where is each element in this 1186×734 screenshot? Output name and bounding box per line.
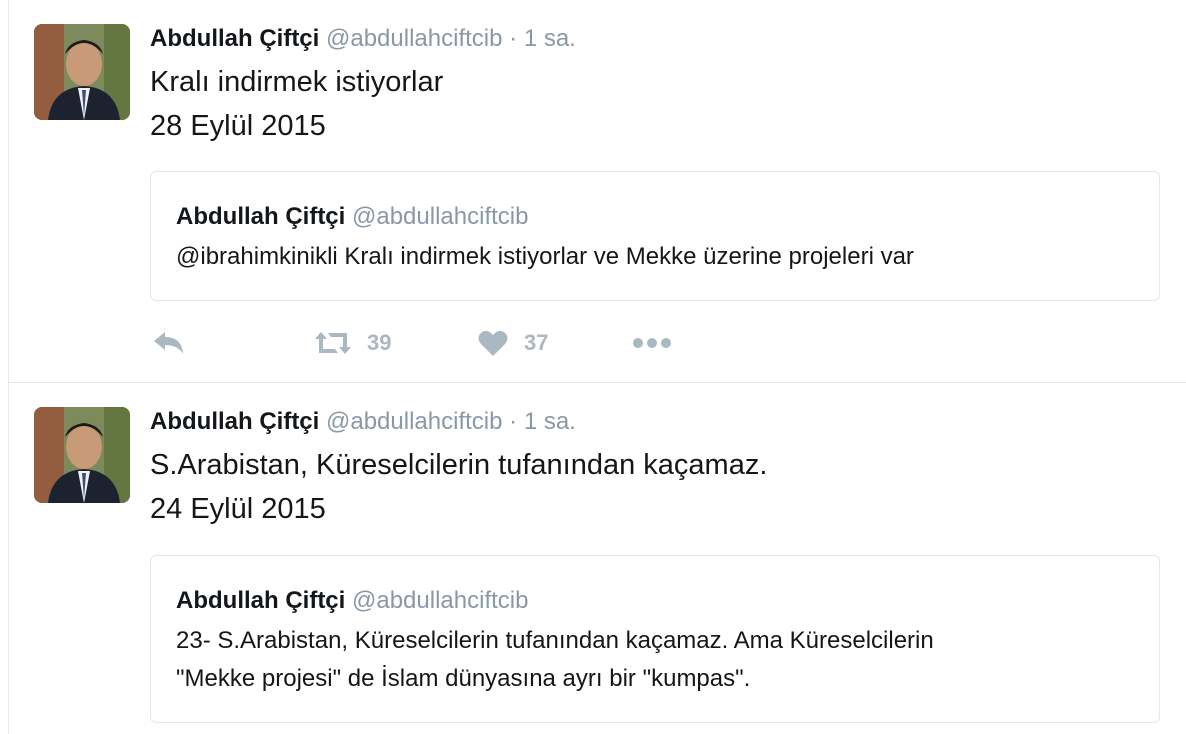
quoted-tweet-header: Abdullah Çiftçi @abdullahciftcib — [176, 202, 528, 232]
separator-dot: · — [509, 408, 518, 435]
avatar[interactable] — [34, 24, 130, 120]
author-name[interactable]: Abdullah Çiftçi — [150, 25, 319, 52]
avatar-photo — [34, 407, 130, 503]
tweet-date-line: 24 Eylül 2015 — [150, 493, 326, 525]
quoted-tweet-text-line: 23- S.Arabistan, Küreselcilerin tufanınd… — [176, 627, 934, 654]
separator-dot: · — [509, 25, 518, 52]
author-handle[interactable]: @abdullahciftcib — [326, 408, 502, 435]
retweet-icon — [315, 332, 351, 354]
quoted-tweet-header: Abdullah Çiftçi @abdullahciftcib — [176, 586, 528, 616]
avatar-photo — [34, 24, 130, 120]
tweet[interactable]: Abdullah Çiftçi @abdullahciftcib · 1 sa.… — [9, 383, 1186, 734]
tweet-text-line: S.Arabistan, Küreselcilerin tufanından k… — [150, 449, 768, 481]
quoted-tweet-text: @ibrahimkinikli Kralı indirmek istiyorla… — [176, 243, 914, 270]
quoted-author-name: Abdullah Çiftçi — [176, 587, 346, 614]
like-button[interactable]: 37 — [478, 325, 548, 361]
tweet-actions: 39 37 — [150, 325, 750, 361]
avatar[interactable] — [34, 407, 130, 503]
quoted-author-handle: @abdullahciftcib — [352, 203, 529, 230]
author-handle[interactable]: @abdullahciftcib — [326, 25, 502, 52]
tweet-text: Kralı indirmek istiyorlar 28 Eylül 2015 — [150, 60, 443, 148]
tweet-text: S.Arabistan, Küreselcilerin tufanından k… — [150, 443, 767, 531]
more-icon — [633, 338, 671, 348]
quoted-tweet[interactable]: Abdullah Çiftçi @abdullahciftcib 23- S.A… — [150, 555, 1160, 723]
like-count: 37 — [524, 330, 549, 355]
quoted-tweet[interactable]: Abdullah Çiftçi @abdullahciftcib @ibrahi… — [150, 171, 1160, 301]
heart-icon — [478, 330, 508, 356]
quoted-author-handle: @abdullahciftcib — [352, 587, 529, 614]
timestamp[interactable]: 1 sa. — [524, 408, 576, 435]
tweet-date-line: 28 Eylül 2015 — [150, 110, 326, 142]
more-button[interactable] — [632, 325, 672, 361]
author-name[interactable]: Abdullah Çiftçi — [150, 408, 319, 435]
quoted-author-name: Abdullah Çiftçi — [176, 203, 346, 230]
tweet[interactable]: Abdullah Çiftçi @abdullahciftcib · 1 sa.… — [9, 0, 1186, 383]
quoted-tweet-text-line: "Mekke projesi" de İslam dünyasına ayrı … — [176, 665, 751, 692]
reply-icon — [154, 332, 183, 354]
retweet-count: 39 — [367, 330, 392, 355]
quoted-tweet-text: 23- S.Arabistan, Küreselcilerin tufanınd… — [176, 622, 1136, 698]
retweet-button[interactable]: 39 — [313, 325, 391, 361]
tweet-header: Abdullah Çiftçi @abdullahciftcib · 1 sa. — [150, 407, 576, 437]
timestamp[interactable]: 1 sa. — [524, 25, 576, 52]
tweet-header: Abdullah Çiftçi @abdullahciftcib · 1 sa. — [150, 24, 576, 54]
tweet-text-line: Kralı indirmek istiyorlar — [150, 66, 444, 98]
reply-button[interactable] — [152, 325, 186, 361]
